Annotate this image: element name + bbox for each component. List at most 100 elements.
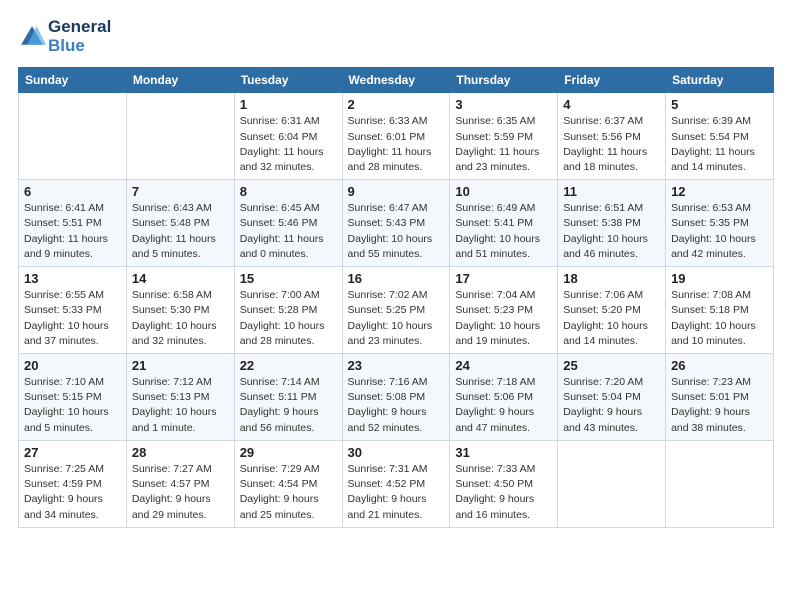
day-info: Sunrise: 6:49 AM Sunset: 5:41 PM Dayligh… [455, 201, 552, 262]
logo-text-line2: Blue [48, 37, 111, 56]
logo-text-line1: General [48, 18, 111, 37]
day-info: Sunrise: 7:12 AM Sunset: 5:13 PM Dayligh… [132, 375, 229, 436]
day-info: Sunrise: 6:37 AM Sunset: 5:56 PM Dayligh… [563, 114, 660, 175]
weekday-header: Wednesday [342, 68, 450, 93]
calendar-cell: 7 Sunrise: 6:43 AM Sunset: 5:48 PM Daylig… [126, 180, 234, 267]
calendar-cell: 8 Sunrise: 6:45 AM Sunset: 5:46 PM Daylig… [234, 180, 342, 267]
logo-icon [18, 23, 46, 51]
page: General Blue SundayMondayTuesdayWednesda… [0, 0, 792, 538]
calendar-week-row: 13Sunrise: 6:55 AM Sunset: 5:33 PM Dayli… [19, 267, 774, 354]
calendar-cell [126, 93, 234, 180]
calendar-cell: 18 Sunrise: 7:06 AM Sunset: 5:20 PM Dayli… [558, 267, 666, 354]
calendar-cell: 4 Sunrise: 6:37 AM Sunset: 5:56 PM Daylig… [558, 93, 666, 180]
day-info: Sunrise: 6:41 AM Sunset: 5:51 PM Dayligh… [24, 201, 121, 262]
day-number: 4 [563, 97, 660, 112]
header: General Blue [18, 18, 774, 55]
day-info: Sunrise: 6:33 AM Sunset: 6:01 PM Dayligh… [348, 114, 445, 175]
day-info: Sunrise: 7:27 AM Sunset: 4:57 PM Dayligh… [132, 462, 229, 523]
weekday-header: Monday [126, 68, 234, 93]
day-number: 18 [563, 271, 660, 286]
day-number: 26 [671, 358, 768, 373]
weekday-header: Thursday [450, 68, 558, 93]
calendar-cell: 26 Sunrise: 7:23 AM Sunset: 5:01 PM Dayli… [666, 354, 774, 441]
weekday-header: Saturday [666, 68, 774, 93]
day-number: 16 [348, 271, 445, 286]
day-number: 21 [132, 358, 229, 373]
day-info: Sunrise: 6:45 AM Sunset: 5:46 PM Dayligh… [240, 201, 337, 262]
calendar-cell: 21 Sunrise: 7:12 AM Sunset: 5:13 PM Dayli… [126, 354, 234, 441]
day-number: 30 [348, 445, 445, 460]
calendar-cell: 20 Sunrise: 7:10 AM Sunset: 5:15 PM Dayli… [19, 354, 127, 441]
day-info: Sunrise: 7:00 AM Sunset: 5:28 PM Dayligh… [240, 288, 337, 349]
calendar-week-row: 6Sunrise: 6:41 AM Sunset: 5:51 PM Daylig… [19, 180, 774, 267]
calendar-cell: 23 Sunrise: 7:16 AM Sunset: 5:08 PM Dayli… [342, 354, 450, 441]
day-info: Sunrise: 6:58 AM Sunset: 5:30 PM Dayligh… [132, 288, 229, 349]
calendar-cell: 25Sunrise: 7:20 AM Sunset: 5:04 PM Dayli… [558, 354, 666, 441]
day-info: Sunrise: 6:47 AM Sunset: 5:43 PM Dayligh… [348, 201, 445, 262]
calendar-cell [19, 93, 127, 180]
day-info: Sunrise: 7:02 AM Sunset: 5:25 PM Dayligh… [348, 288, 445, 349]
day-number: 20 [24, 358, 121, 373]
day-number: 27 [24, 445, 121, 460]
day-number: 22 [240, 358, 337, 373]
calendar-cell: 31Sunrise: 7:33 AM Sunset: 4:50 PM Dayli… [450, 440, 558, 527]
calendar-cell: 3Sunrise: 6:35 AM Sunset: 5:59 PM Daylig… [450, 93, 558, 180]
day-info: Sunrise: 7:25 AM Sunset: 4:59 PM Dayligh… [24, 462, 121, 523]
calendar-cell: 13Sunrise: 6:55 AM Sunset: 5:33 PM Dayli… [19, 267, 127, 354]
day-number: 7 [132, 184, 229, 199]
calendar-cell: 16 Sunrise: 7:02 AM Sunset: 5:25 PM Dayli… [342, 267, 450, 354]
day-info: Sunrise: 7:29 AM Sunset: 4:54 PM Dayligh… [240, 462, 337, 523]
calendar-cell: 14 Sunrise: 6:58 AM Sunset: 5:30 PM Dayli… [126, 267, 234, 354]
day-number: 29 [240, 445, 337, 460]
day-info: Sunrise: 7:20 AM Sunset: 5:04 PM Dayligh… [563, 375, 660, 436]
calendar-header-row: SundayMondayTuesdayWednesdayThursdayFrid… [19, 68, 774, 93]
day-info: Sunrise: 7:10 AM Sunset: 5:15 PM Dayligh… [24, 375, 121, 436]
calendar-cell: 19Sunrise: 7:08 AM Sunset: 5:18 PM Dayli… [666, 267, 774, 354]
calendar-cell: 30 Sunrise: 7:31 AM Sunset: 4:52 PM Dayli… [342, 440, 450, 527]
calendar-cell: 1 Sunrise: 6:31 AM Sunset: 6:04 PM Daylig… [234, 93, 342, 180]
day-info: Sunrise: 7:06 AM Sunset: 5:20 PM Dayligh… [563, 288, 660, 349]
calendar-cell: 10 Sunrise: 6:49 AM Sunset: 5:41 PM Dayli… [450, 180, 558, 267]
calendar-week-row: 20 Sunrise: 7:10 AM Sunset: 5:15 PM Dayli… [19, 354, 774, 441]
calendar-cell: 15Sunrise: 7:00 AM Sunset: 5:28 PM Dayli… [234, 267, 342, 354]
day-number: 2 [348, 97, 445, 112]
calendar-cell: 17 Sunrise: 7:04 AM Sunset: 5:23 PM Dayli… [450, 267, 558, 354]
day-number: 24 [455, 358, 552, 373]
calendar-cell: 28 Sunrise: 7:27 AM Sunset: 4:57 PM Dayli… [126, 440, 234, 527]
day-number: 12 [671, 184, 768, 199]
day-number: 23 [348, 358, 445, 373]
weekday-header: Sunday [19, 68, 127, 93]
day-number: 1 [240, 97, 337, 112]
day-number: 10 [455, 184, 552, 199]
day-number: 17 [455, 271, 552, 286]
calendar-cell [666, 440, 774, 527]
day-number: 11 [563, 184, 660, 199]
calendar-cell: 5Sunrise: 6:39 AM Sunset: 5:54 PM Daylig… [666, 93, 774, 180]
day-number: 28 [132, 445, 229, 460]
day-info: Sunrise: 6:53 AM Sunset: 5:35 PM Dayligh… [671, 201, 768, 262]
day-info: Sunrise: 6:35 AM Sunset: 5:59 PM Dayligh… [455, 114, 552, 175]
calendar-cell: 6Sunrise: 6:41 AM Sunset: 5:51 PM Daylig… [19, 180, 127, 267]
day-info: Sunrise: 7:31 AM Sunset: 4:52 PM Dayligh… [348, 462, 445, 523]
day-info: Sunrise: 6:51 AM Sunset: 5:38 PM Dayligh… [563, 201, 660, 262]
day-info: Sunrise: 6:39 AM Sunset: 5:54 PM Dayligh… [671, 114, 768, 175]
calendar-week-row: 27 Sunrise: 7:25 AM Sunset: 4:59 PM Dayli… [19, 440, 774, 527]
calendar-cell: 12 Sunrise: 6:53 AM Sunset: 5:35 PM Dayli… [666, 180, 774, 267]
day-number: 13 [24, 271, 121, 286]
day-info: Sunrise: 7:08 AM Sunset: 5:18 PM Dayligh… [671, 288, 768, 349]
day-info: Sunrise: 6:31 AM Sunset: 6:04 PM Dayligh… [240, 114, 337, 175]
calendar-cell: 24 Sunrise: 7:18 AM Sunset: 5:06 PM Dayli… [450, 354, 558, 441]
calendar-cell: 11 Sunrise: 6:51 AM Sunset: 5:38 PM Dayli… [558, 180, 666, 267]
day-number: 9 [348, 184, 445, 199]
day-number: 8 [240, 184, 337, 199]
calendar-cell [558, 440, 666, 527]
day-info: Sunrise: 7:23 AM Sunset: 5:01 PM Dayligh… [671, 375, 768, 436]
day-info: Sunrise: 6:43 AM Sunset: 5:48 PM Dayligh… [132, 201, 229, 262]
calendar-cell: 9 Sunrise: 6:47 AM Sunset: 5:43 PM Daylig… [342, 180, 450, 267]
calendar-cell: 22Sunrise: 7:14 AM Sunset: 5:11 PM Dayli… [234, 354, 342, 441]
weekday-header: Tuesday [234, 68, 342, 93]
day-info: Sunrise: 7:04 AM Sunset: 5:23 PM Dayligh… [455, 288, 552, 349]
day-number: 14 [132, 271, 229, 286]
day-info: Sunrise: 7:18 AM Sunset: 5:06 PM Dayligh… [455, 375, 552, 436]
day-info: Sunrise: 7:16 AM Sunset: 5:08 PM Dayligh… [348, 375, 445, 436]
